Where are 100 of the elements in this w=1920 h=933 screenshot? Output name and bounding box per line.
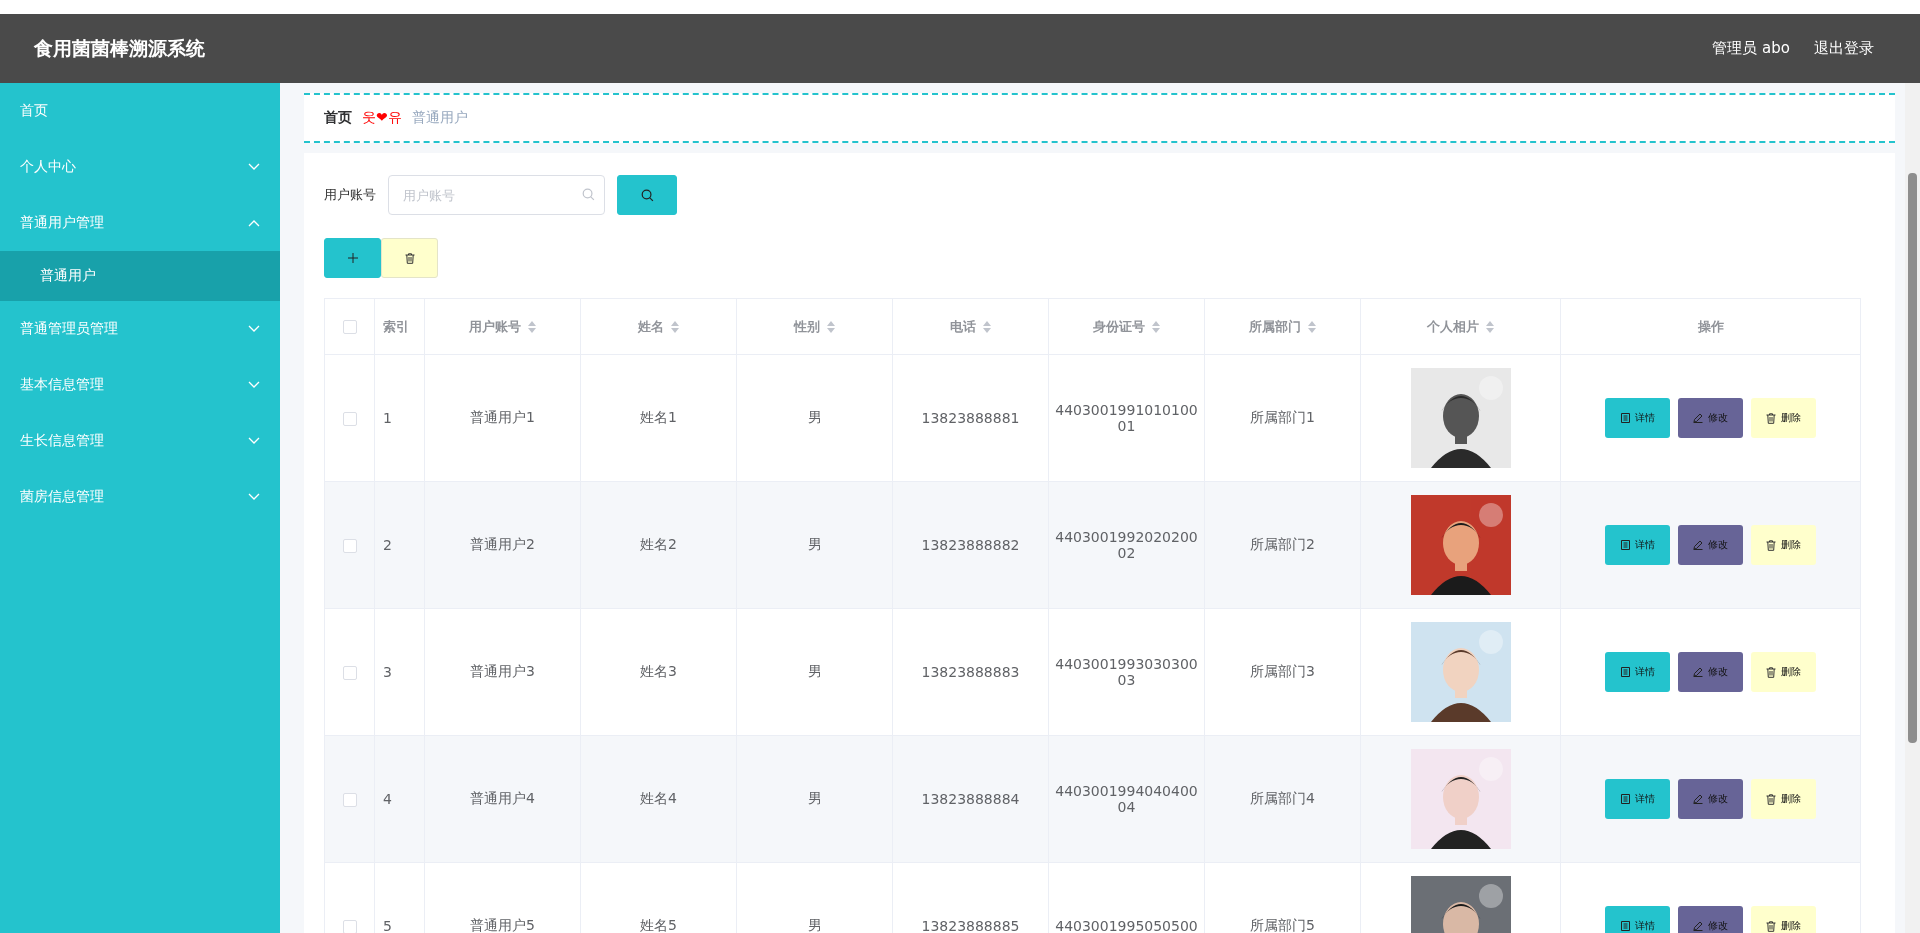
table-cell: 所属部门5 <box>1250 917 1315 933</box>
table-cell: 4403001995050500 <box>1055 918 1198 933</box>
table-cell: 1 <box>383 410 392 426</box>
detail-button[interactable]: 详情 <box>1605 652 1670 692</box>
table-cell: 男 <box>807 917 822 933</box>
sidebar-item[interactable]: 首页 <box>0 83 280 139</box>
chevron-down-icon <box>248 163 260 171</box>
document-icon <box>1620 413 1630 423</box>
sidebar-item[interactable]: 个人中心 <box>0 139 280 195</box>
chevron-down-icon <box>248 493 260 501</box>
column-header[interactable]: 电话 <box>949 317 976 336</box>
table-cell: 13823888883 <box>921 664 1020 680</box>
edit-button[interactable]: 修改 <box>1678 525 1743 565</box>
delete-button[interactable]: 删除 <box>1751 398 1816 438</box>
row-checkbox[interactable] <box>342 412 357 426</box>
table-cell: 男 <box>807 409 822 425</box>
row-checkbox[interactable] <box>342 920 357 933</box>
row-checkbox[interactable] <box>342 793 357 807</box>
chevron-down-icon <box>248 325 260 333</box>
table-cell: 姓名4 <box>640 790 677 806</box>
breadcrumb-home[interactable]: 首页 <box>324 109 352 127</box>
sidebar-subitem[interactable]: 普通用户 <box>0 251 280 301</box>
pencil-icon <box>1693 413 1703 423</box>
table-cell: 440300199404040004 <box>1055 783 1198 815</box>
pencil-icon <box>1693 667 1703 677</box>
plus-icon <box>347 253 358 263</box>
column-header[interactable]: 个人相片 <box>1426 317 1479 336</box>
search-field[interactable]: 用户账号 <box>388 175 605 215</box>
column-header: 索引 <box>383 317 409 336</box>
document-icon <box>1620 667 1630 677</box>
column-header[interactable]: 身份证号 <box>1092 317 1145 336</box>
table-cell: 普通用户4 <box>470 790 535 806</box>
column-header: 操作 <box>1697 317 1724 336</box>
sidebar-item[interactable]: 普通管理员管理 <box>0 301 280 357</box>
table-cell: 普通用户1 <box>470 409 535 425</box>
table-cell: 所属部门1 <box>1250 409 1315 425</box>
document-icon <box>1620 794 1630 804</box>
sort-icon[interactable] <box>526 319 537 334</box>
detail-button[interactable]: 详情 <box>1605 779 1670 819</box>
pencil-icon <box>1693 540 1703 550</box>
table-cell: 男 <box>807 790 822 806</box>
table-cell: 所属部门2 <box>1250 536 1315 552</box>
row-checkbox[interactable] <box>342 666 357 680</box>
detail-button[interactable]: 详情 <box>1605 906 1670 933</box>
table-cell: 2 <box>383 537 392 553</box>
table-cell: 3 <box>383 664 392 680</box>
pencil-icon <box>1693 794 1703 804</box>
table-cell: 姓名2 <box>640 536 677 552</box>
column-header[interactable]: 所属部门 <box>1248 317 1301 336</box>
detail-button[interactable]: 详情 <box>1605 525 1670 565</box>
chevron-down-icon <box>248 437 260 445</box>
trash-icon <box>404 252 415 264</box>
breadcrumb-separator: 웃❤유 <box>362 109 402 127</box>
sidebar-item[interactable]: 基本信息管理 <box>0 357 280 413</box>
delete-button[interactable]: 删除 <box>1751 652 1816 692</box>
table-cell: 姓名5 <box>640 917 677 933</box>
trash-icon <box>1766 539 1776 551</box>
delete-button[interactable]: 删除 <box>1751 525 1816 565</box>
user-label: 管理员 abo <box>1712 39 1790 58</box>
pencil-icon <box>1693 921 1703 931</box>
column-header[interactable]: 性别 <box>793 317 820 336</box>
scrollbar[interactable] <box>1905 83 1920 933</box>
sidebar-item[interactable]: 普通用户管理 <box>0 195 280 251</box>
search-icon <box>582 188 595 201</box>
delete-button[interactable]: 删除 <box>1751 906 1816 933</box>
edit-button[interactable]: 修改 <box>1678 652 1743 692</box>
table-cell: 普通用户2 <box>470 536 535 552</box>
table-cell: 男 <box>807 663 822 679</box>
sort-icon[interactable] <box>825 319 836 334</box>
sort-icon[interactable] <box>1150 319 1161 334</box>
edit-button[interactable]: 修改 <box>1678 906 1743 933</box>
table-cell: 13823888884 <box>921 791 1020 807</box>
delete-button[interactable] <box>381 238 438 278</box>
logout-link[interactable]: 退出登录 <box>1814 39 1874 58</box>
column-header[interactable]: 用户账号 <box>468 317 521 336</box>
sort-icon[interactable] <box>981 319 992 334</box>
detail-button[interactable]: 详情 <box>1605 398 1670 438</box>
edit-button[interactable]: 修改 <box>1678 779 1743 819</box>
table-cell: 普通用户3 <box>470 663 535 679</box>
sort-icon[interactable] <box>1306 319 1317 334</box>
table-cell: 普通用户5 <box>470 917 535 933</box>
sidebar-item[interactable]: 生长信息管理 <box>0 413 280 469</box>
table-cell: 姓名1 <box>640 409 677 425</box>
select-all-checkbox[interactable] <box>342 320 357 335</box>
table-cell: 5 <box>383 918 392 933</box>
edit-button[interactable]: 修改 <box>1678 398 1743 438</box>
column-header[interactable]: 姓名 <box>637 317 664 336</box>
search-button[interactable] <box>617 175 677 215</box>
sort-icon[interactable] <box>669 319 680 334</box>
sidebar-item[interactable]: 菌房信息管理 <box>0 469 280 525</box>
trash-icon <box>1766 412 1776 424</box>
sort-icon[interactable] <box>1484 319 1495 334</box>
table-cell: 所属部门3 <box>1250 663 1315 679</box>
delete-button[interactable]: 删除 <box>1751 779 1816 819</box>
trash-icon <box>1766 793 1776 805</box>
chevron-down-icon <box>248 381 260 389</box>
search-icon <box>640 188 654 202</box>
table-cell: 所属部门4 <box>1250 790 1315 806</box>
row-checkbox[interactable] <box>342 539 357 553</box>
table-cell: 4 <box>383 791 392 807</box>
